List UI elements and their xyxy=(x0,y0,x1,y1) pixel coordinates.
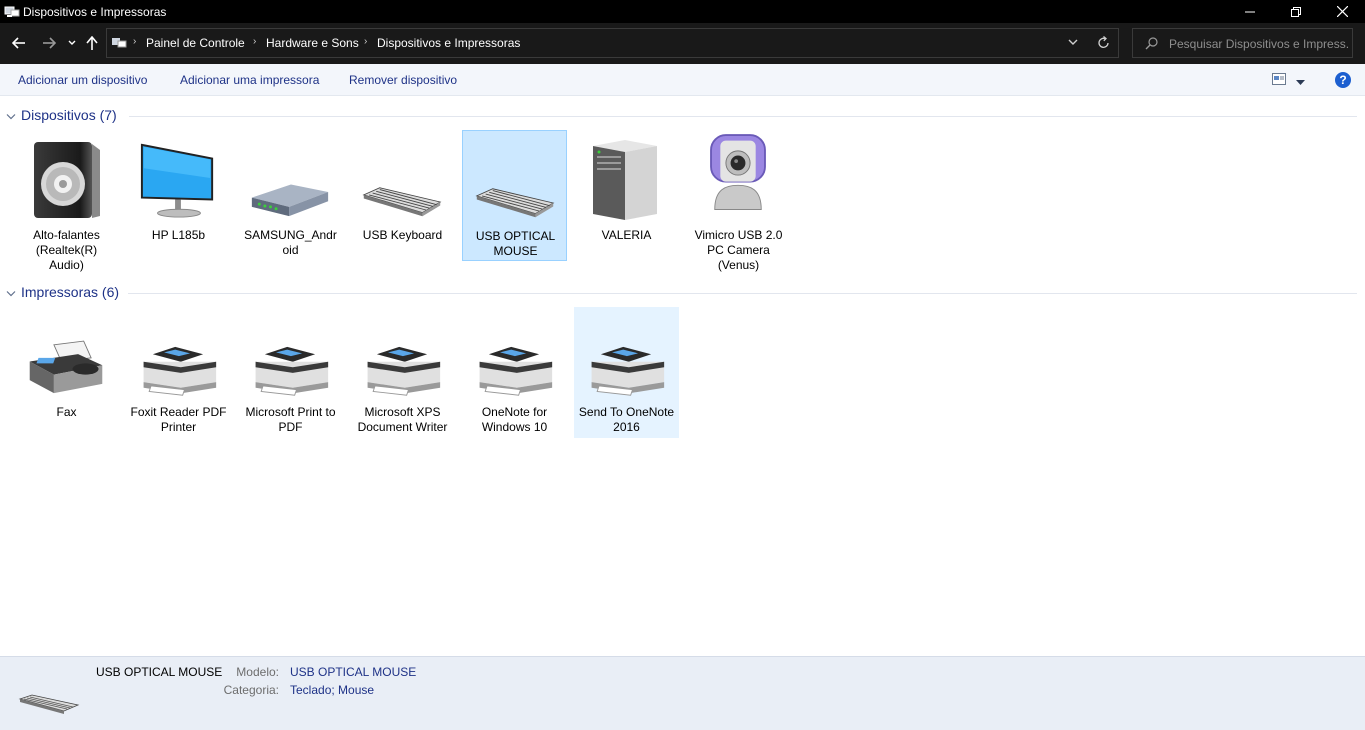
group-title-printers: Impressoras (6) xyxy=(21,284,120,300)
refresh-icon[interactable] xyxy=(1097,35,1111,54)
breadcrumb-dispositivos-e-impressoras[interactable]: Dispositivos e Impressoras xyxy=(377,36,520,50)
printer-tile-onenote-windows10[interactable]: OneNote for Windows 10 xyxy=(462,307,567,438)
forward-arrow-icon[interactable] xyxy=(40,33,58,53)
vertical-scrollbar[interactable] xyxy=(1357,96,1365,656)
printer-tile-foxit[interactable]: Foxit Reader PDF Printer xyxy=(126,307,231,438)
search-icon xyxy=(1145,37,1158,53)
printer-label: Microsoft XPS Document Writer xyxy=(357,405,448,434)
device-label: Vimicro USB 2.0 PC Camera (Venus) xyxy=(694,228,783,272)
recent-locations-chevron-icon[interactable] xyxy=(66,33,78,53)
view-options-chevron-icon[interactable] xyxy=(1296,75,1305,89)
close-button[interactable] xyxy=(1319,0,1365,23)
details-category-key: Categoria: xyxy=(223,683,279,697)
details-pane: USB OPTICAL MOUSE Modelo: USB OPTICAL MO… xyxy=(0,656,1365,730)
breadcrumb-hardware-e-sons[interactable]: Hardware e Sons xyxy=(266,36,359,50)
printer-icon xyxy=(138,313,218,399)
devices-printers-app-icon xyxy=(4,4,20,19)
minimize-button[interactable] xyxy=(1227,0,1273,23)
device-tile-usb-optical-mouse[interactable]: USB OPTICAL MOUSE xyxy=(462,130,567,261)
back-arrow-icon[interactable] xyxy=(10,33,28,53)
devices-printers-location-icon xyxy=(111,36,127,50)
address-bar[interactable]: › Painel de Controle › Hardware e Sons ›… xyxy=(106,28,1119,58)
printer-tile-send-to-onenote-2016[interactable]: Send To OneNote 2016 xyxy=(574,307,679,438)
details-model-key: Modelo: xyxy=(236,665,279,679)
search-input[interactable] xyxy=(1169,35,1349,53)
printer-icon xyxy=(362,313,442,399)
device-label: SAMSUNG_Android xyxy=(244,228,337,257)
fax-icon xyxy=(26,313,106,399)
group-header-devices[interactable]: Dispositivos (7) xyxy=(6,106,1357,126)
title-bar: Dispositivos e Impressoras xyxy=(0,0,1365,23)
command-bar: Adicionar um dispositivo Adicionar uma i… xyxy=(0,64,1365,96)
group-divider xyxy=(129,116,1357,117)
printer-label: OneNote for Windows 10 xyxy=(481,405,548,434)
printer-icon xyxy=(250,313,330,399)
group-divider xyxy=(128,293,1357,294)
breadcrumb-separator: › xyxy=(133,36,137,47)
device-list: Dispositivos (7) Alto-falantes (Realtek(… xyxy=(0,96,1357,656)
device-tile-samsung-android[interactable]: SAMSUNG_Android xyxy=(238,130,343,261)
printer-icon xyxy=(474,313,554,399)
breadcrumb-separator[interactable]: › xyxy=(253,36,256,47)
device-label: VALERIA xyxy=(601,228,652,242)
printer-label: Send To OneNote 2016 xyxy=(578,405,675,434)
navigation-bar: › Painel de Controle › Hardware e Sons ›… xyxy=(0,23,1365,64)
device-label: USB Keyboard xyxy=(362,228,443,242)
router-icon xyxy=(250,136,330,222)
restore-button[interactable] xyxy=(1273,0,1319,23)
help-icon[interactable]: ? xyxy=(1335,72,1351,88)
address-history-chevron-icon[interactable] xyxy=(1067,35,1079,52)
printer-icon xyxy=(586,313,666,399)
printer-label: Fax xyxy=(56,405,77,419)
up-arrow-icon[interactable] xyxy=(84,33,100,53)
monitor-icon xyxy=(138,136,218,222)
collapse-chevron-icon[interactable] xyxy=(6,287,16,301)
computer-tower-icon xyxy=(586,136,666,222)
details-category-value: Teclado; Mouse xyxy=(290,683,375,697)
remove-device-button[interactable]: Remover dispositivo xyxy=(349,73,457,87)
window-title: Dispositivos e Impressoras xyxy=(23,5,167,19)
device-tile-speakers[interactable]: Alto-falantes (Realtek(R) Audio) xyxy=(14,130,119,272)
printer-tile-fax[interactable]: Fax xyxy=(14,307,119,438)
keyboard-icon xyxy=(18,693,80,718)
breadcrumb-painel-de-controle[interactable]: Painel de Controle xyxy=(146,36,245,50)
add-device-button[interactable]: Adicionar um dispositivo xyxy=(18,73,147,87)
printer-label: Microsoft Print to PDF xyxy=(245,405,336,434)
add-printer-button[interactable]: Adicionar uma impressora xyxy=(180,73,319,87)
device-label: Alto-falantes (Realtek(R) Audio) xyxy=(33,228,100,272)
printer-tile-microsoft-print-to-pdf[interactable]: Microsoft Print to PDF xyxy=(238,307,343,438)
group-title-devices: Dispositivos (7) xyxy=(21,107,117,123)
printer-tile-microsoft-xps[interactable]: Microsoft XPS Document Writer xyxy=(350,307,455,438)
device-label: USB OPTICAL MOUSE xyxy=(475,229,556,258)
group-header-printers[interactable]: Impressoras (6) xyxy=(6,283,1357,303)
webcam-icon xyxy=(698,134,778,222)
collapse-chevron-icon[interactable] xyxy=(6,110,16,124)
breadcrumb-separator[interactable]: › xyxy=(364,36,367,47)
device-tile-monitor[interactable]: HP L185b xyxy=(126,130,231,261)
printer-label: Foxit Reader PDF Printer xyxy=(130,405,227,434)
device-tile-valeria[interactable]: VALERIA xyxy=(574,130,679,261)
keyboard-icon xyxy=(362,136,442,222)
search-box[interactable] xyxy=(1132,28,1353,58)
device-tile-vimicro-camera[interactable]: Vimicro USB 2.0 PC Camera (Venus) xyxy=(686,130,791,272)
keyboard-icon xyxy=(475,137,555,223)
change-view-icon[interactable] xyxy=(1272,73,1286,88)
device-label: HP L185b xyxy=(151,228,206,242)
device-tile-usb-keyboard[interactable]: USB Keyboard xyxy=(350,130,455,261)
details-model-value: USB OPTICAL MOUSE xyxy=(290,665,417,679)
speaker-icon xyxy=(26,136,106,222)
